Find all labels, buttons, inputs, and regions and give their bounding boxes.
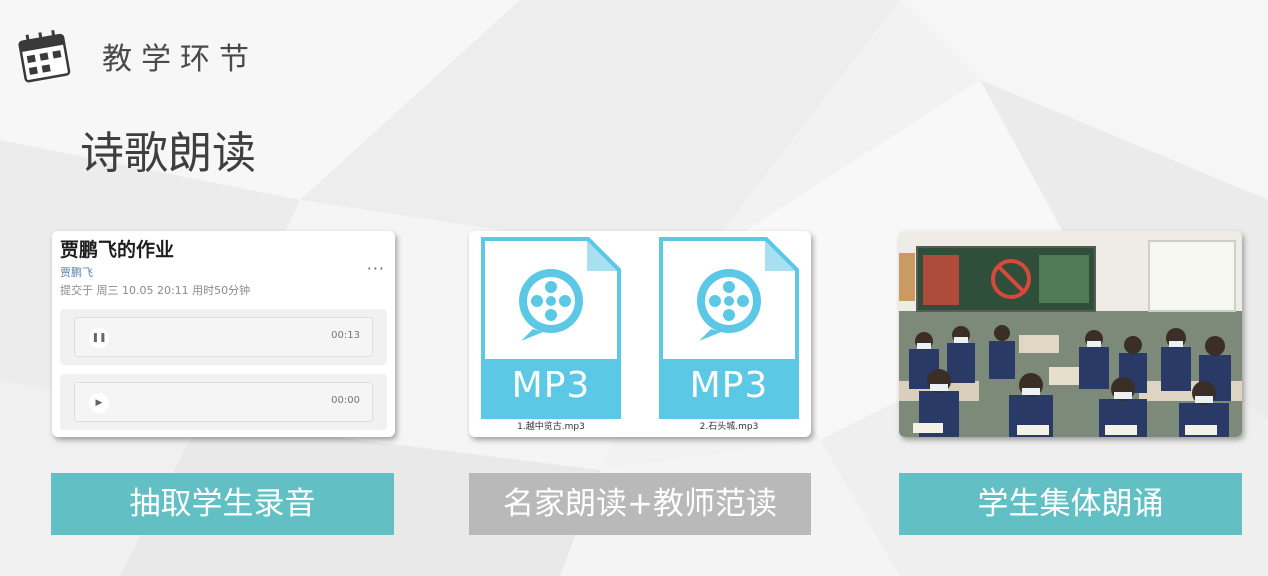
section-title: 诗歌朗读 — [80, 128, 256, 179]
audio-time: 00:13 — [331, 330, 360, 341]
caption-famous-reading[interactable]: 名家朗读+教师范读 — [469, 473, 811, 535]
classroom-illustration — [899, 231, 1242, 437]
file-name: 1.越中览古.mp3 — [517, 422, 585, 432]
calendar-icon — [18, 30, 71, 83]
file-name: 2.石头城.mp3 — [699, 422, 759, 432]
mp3-files-card: MP3 1.越中览古.mp3 MP3 2.石头城.mp3 — [469, 231, 811, 437]
homework-title: 贾鹏飞的作业 — [60, 239, 175, 261]
audio-player: ▶ 00:00 — [60, 374, 387, 430]
mp3-file[interactable]: MP3 — [659, 237, 799, 419]
classroom-photo — [899, 231, 1242, 437]
audio-track: ❚❚ 00:13 — [74, 317, 373, 357]
caption-extract-recordings[interactable]: 抽取学生录音 — [51, 473, 394, 535]
pause-icon[interactable]: ❚❚ — [89, 328, 109, 348]
header: 教学环节 — [14, 26, 258, 86]
mp3-label: MP3 — [689, 365, 769, 406]
caption-group-recitation[interactable]: 学生集体朗诵 — [899, 473, 1242, 535]
homework-meta: 提交于 周三 10.05 20:11 用时50分钟 — [60, 284, 251, 297]
audio-player: ❚❚ 00:13 — [60, 309, 387, 365]
mp3-label: MP3 — [511, 365, 591, 406]
audio-track: ▶ 00:00 — [74, 382, 373, 422]
audio-time: 00:00 — [331, 395, 360, 406]
header-title: 教学环节 — [102, 42, 258, 77]
homework-author[interactable]: 贾鹏飞 — [60, 264, 93, 280]
mp3-file[interactable]: MP3 — [481, 237, 621, 419]
homework-card[interactable]: 贾鹏飞的作业 贾鹏飞 提交于 周三 10.05 20:11 用时50分钟 ···… — [52, 231, 395, 437]
play-icon[interactable]: ▶ — [89, 393, 109, 413]
more-icon[interactable]: ··· — [367, 259, 385, 278]
